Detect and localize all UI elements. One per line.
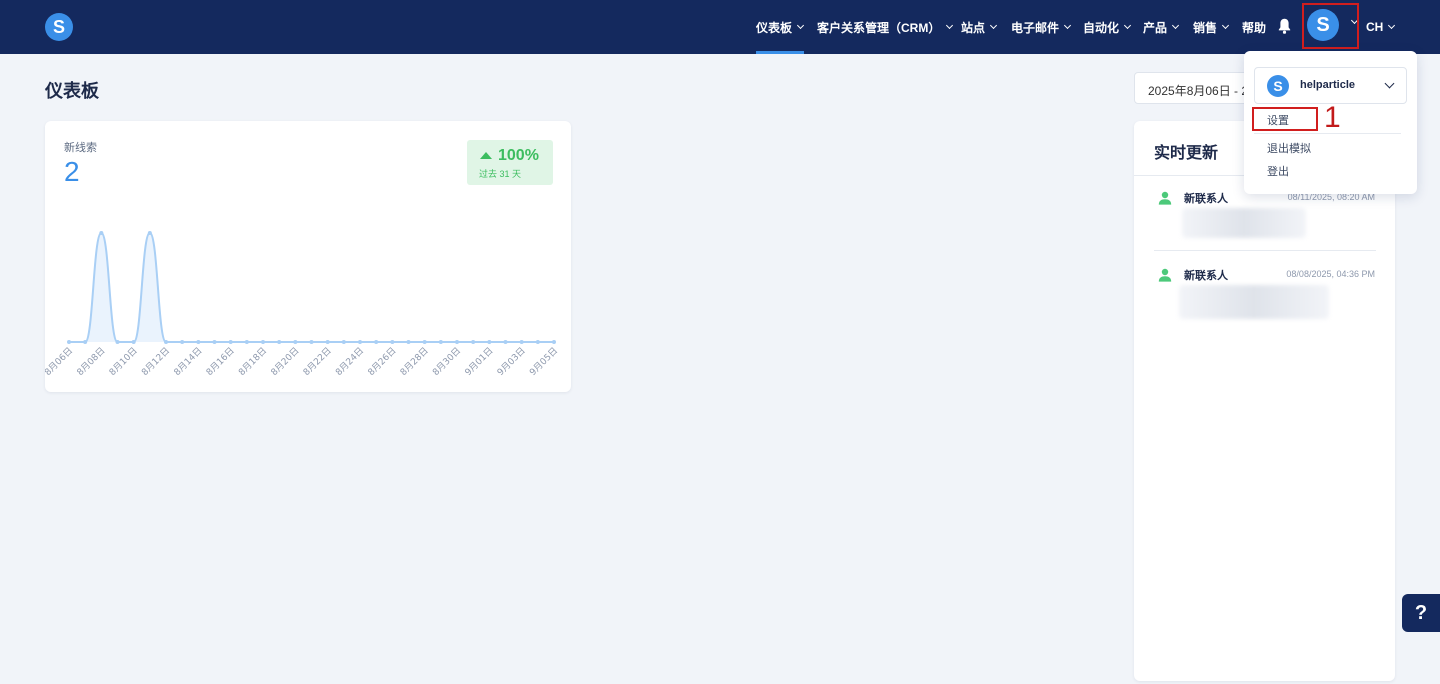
- person-icon: [1158, 191, 1172, 205]
- x-tick-label: 8月10日: [107, 345, 140, 378]
- nav-crm[interactable]: 客户关系管理（CRM）: [817, 0, 954, 54]
- language-selector[interactable]: CH: [1366, 0, 1396, 54]
- x-tick-label: 8月24日: [333, 345, 366, 378]
- chevron-down-icon: [1384, 78, 1395, 89]
- person-icon: [1158, 268, 1172, 282]
- chart-point: [422, 340, 427, 344]
- new-leads-card: 新线索 2 100% 过去 31 天 8月06日 8月08日 8月10日 8月12日 8…: [45, 121, 571, 392]
- feed-content-blurred: [1179, 285, 1329, 319]
- nav-active-indicator: [756, 51, 804, 54]
- feed-item[interactable]: 新联系人 08/11/2025, 08:20 AM: [1134, 187, 1395, 257]
- nav-email[interactable]: 电子邮件: [1011, 0, 1072, 54]
- menu-item-logout[interactable]: 登出: [1267, 163, 1289, 179]
- chart-point: [99, 231, 104, 235]
- x-tick-label: 8月08日: [75, 345, 108, 378]
- chart-point: [374, 340, 379, 344]
- chart-point: [131, 340, 136, 344]
- bell-icon[interactable]: [1278, 18, 1291, 34]
- chart-point: [244, 340, 249, 344]
- nav-sites[interactable]: 站点: [961, 0, 998, 54]
- nav-automation[interactable]: 自动化: [1083, 0, 1132, 54]
- chart-point: [261, 340, 265, 344]
- chart-point: [147, 231, 152, 235]
- x-tick-label: 8月12日: [139, 345, 172, 378]
- x-tick-label: 8月26日: [366, 345, 399, 378]
- chart-point: [196, 340, 201, 344]
- highlight-box-settings: [1252, 107, 1318, 131]
- nav-help[interactable]: 帮助: [1242, 0, 1266, 54]
- feed-item[interactable]: 新联系人 08/08/2025, 04:36 PM: [1134, 264, 1395, 334]
- nav-sales[interactable]: 销售: [1193, 0, 1230, 54]
- chart-point: [164, 340, 168, 344]
- logo-icon[interactable]: S: [45, 13, 73, 41]
- leads-chart: 8月06日 8月08日 8月10日 8月12日 8月14日 8月16日 8月18日 8月20日…: [45, 231, 560, 378]
- chart-point: [341, 340, 346, 344]
- x-tick-label: 8月06日: [45, 345, 75, 378]
- chart-point: [309, 340, 314, 344]
- chevron-down-icon: [989, 21, 998, 30]
- menu-item-exit-impersonation[interactable]: 退出模拟: [1267, 140, 1311, 156]
- chevron-down-icon: [796, 21, 805, 30]
- help-button[interactable]: ?: [1402, 594, 1440, 632]
- page-title: 仪表板: [45, 81, 99, 101]
- chevron-down-icon: [1171, 21, 1180, 30]
- chart-point: [535, 340, 540, 344]
- feed-content-blurred: [1182, 208, 1306, 238]
- account-name: helparticle: [1300, 79, 1356, 91]
- x-tick-label: 8月30日: [430, 345, 463, 378]
- feed-title: 新联系人: [1184, 193, 1228, 205]
- chart-point: [455, 340, 459, 344]
- chart-point: [67, 340, 71, 344]
- chevron-down-icon: [1221, 21, 1230, 30]
- step-number-label: 1: [1324, 101, 1341, 134]
- x-tick-label: 8月28日: [398, 345, 431, 378]
- chart-point: [83, 340, 88, 344]
- top-navbar: S 仪表板 客户关系管理（CRM） 站点 电子邮件 自动化 产品 销售 帮助 S…: [0, 0, 1440, 54]
- chart-point: [503, 340, 508, 344]
- chevron-down-icon: [946, 21, 954, 30]
- highlight-box-avatar: [1302, 3, 1359, 49]
- divider: [1154, 250, 1376, 251]
- x-tick-label: 8月20日: [269, 345, 302, 378]
- chart-point: [228, 340, 233, 344]
- chart-point: [277, 340, 282, 344]
- live-updates-title: 实时更新: [1154, 145, 1219, 162]
- chevron-down-icon: [1063, 21, 1072, 30]
- live-updates-card: 实时更新 新联系人 08/11/2025, 08:20 AM 新联系人 08/0…: [1134, 121, 1395, 681]
- chart-point: [519, 340, 524, 344]
- chart-point: [406, 340, 411, 344]
- chart-point: [438, 340, 443, 344]
- chart-point: [487, 340, 492, 344]
- x-tick-label: 8月18日: [236, 345, 269, 378]
- nav-products[interactable]: 产品: [1143, 0, 1180, 54]
- chart-point: [115, 340, 120, 344]
- x-tick-label: 8月22日: [301, 345, 334, 378]
- chart-point: [293, 340, 298, 344]
- chart-point: [212, 340, 217, 344]
- x-tick-label: 8月14日: [172, 345, 205, 378]
- chevron-down-icon: [1123, 21, 1132, 30]
- x-tick-label: 9月03日: [495, 345, 528, 378]
- chart-point: [552, 340, 556, 344]
- account-switcher[interactable]: S helparticle: [1254, 67, 1407, 104]
- chart-x-ticks: 8月06日 8月08日 8月10日 8月12日 8月14日 8月16日 8月18日 8月20日…: [45, 345, 560, 378]
- chevron-down-icon: [1388, 21, 1396, 30]
- chart-point: [471, 340, 476, 344]
- feed-title: 新联系人: [1184, 270, 1228, 282]
- chart-point: [390, 340, 395, 344]
- x-tick-label: 8月16日: [204, 345, 237, 378]
- nav-dashboard[interactable]: 仪表板: [756, 0, 805, 54]
- chart-point: [325, 340, 330, 344]
- chart-point: [180, 340, 185, 344]
- feed-time: 08/08/2025, 04:36 PM: [1286, 269, 1375, 279]
- x-tick-label: 9月01日: [463, 345, 496, 378]
- x-tick-label: 9月05日: [527, 345, 560, 378]
- chart-point: [358, 340, 362, 344]
- account-logo-icon: S: [1267, 75, 1289, 97]
